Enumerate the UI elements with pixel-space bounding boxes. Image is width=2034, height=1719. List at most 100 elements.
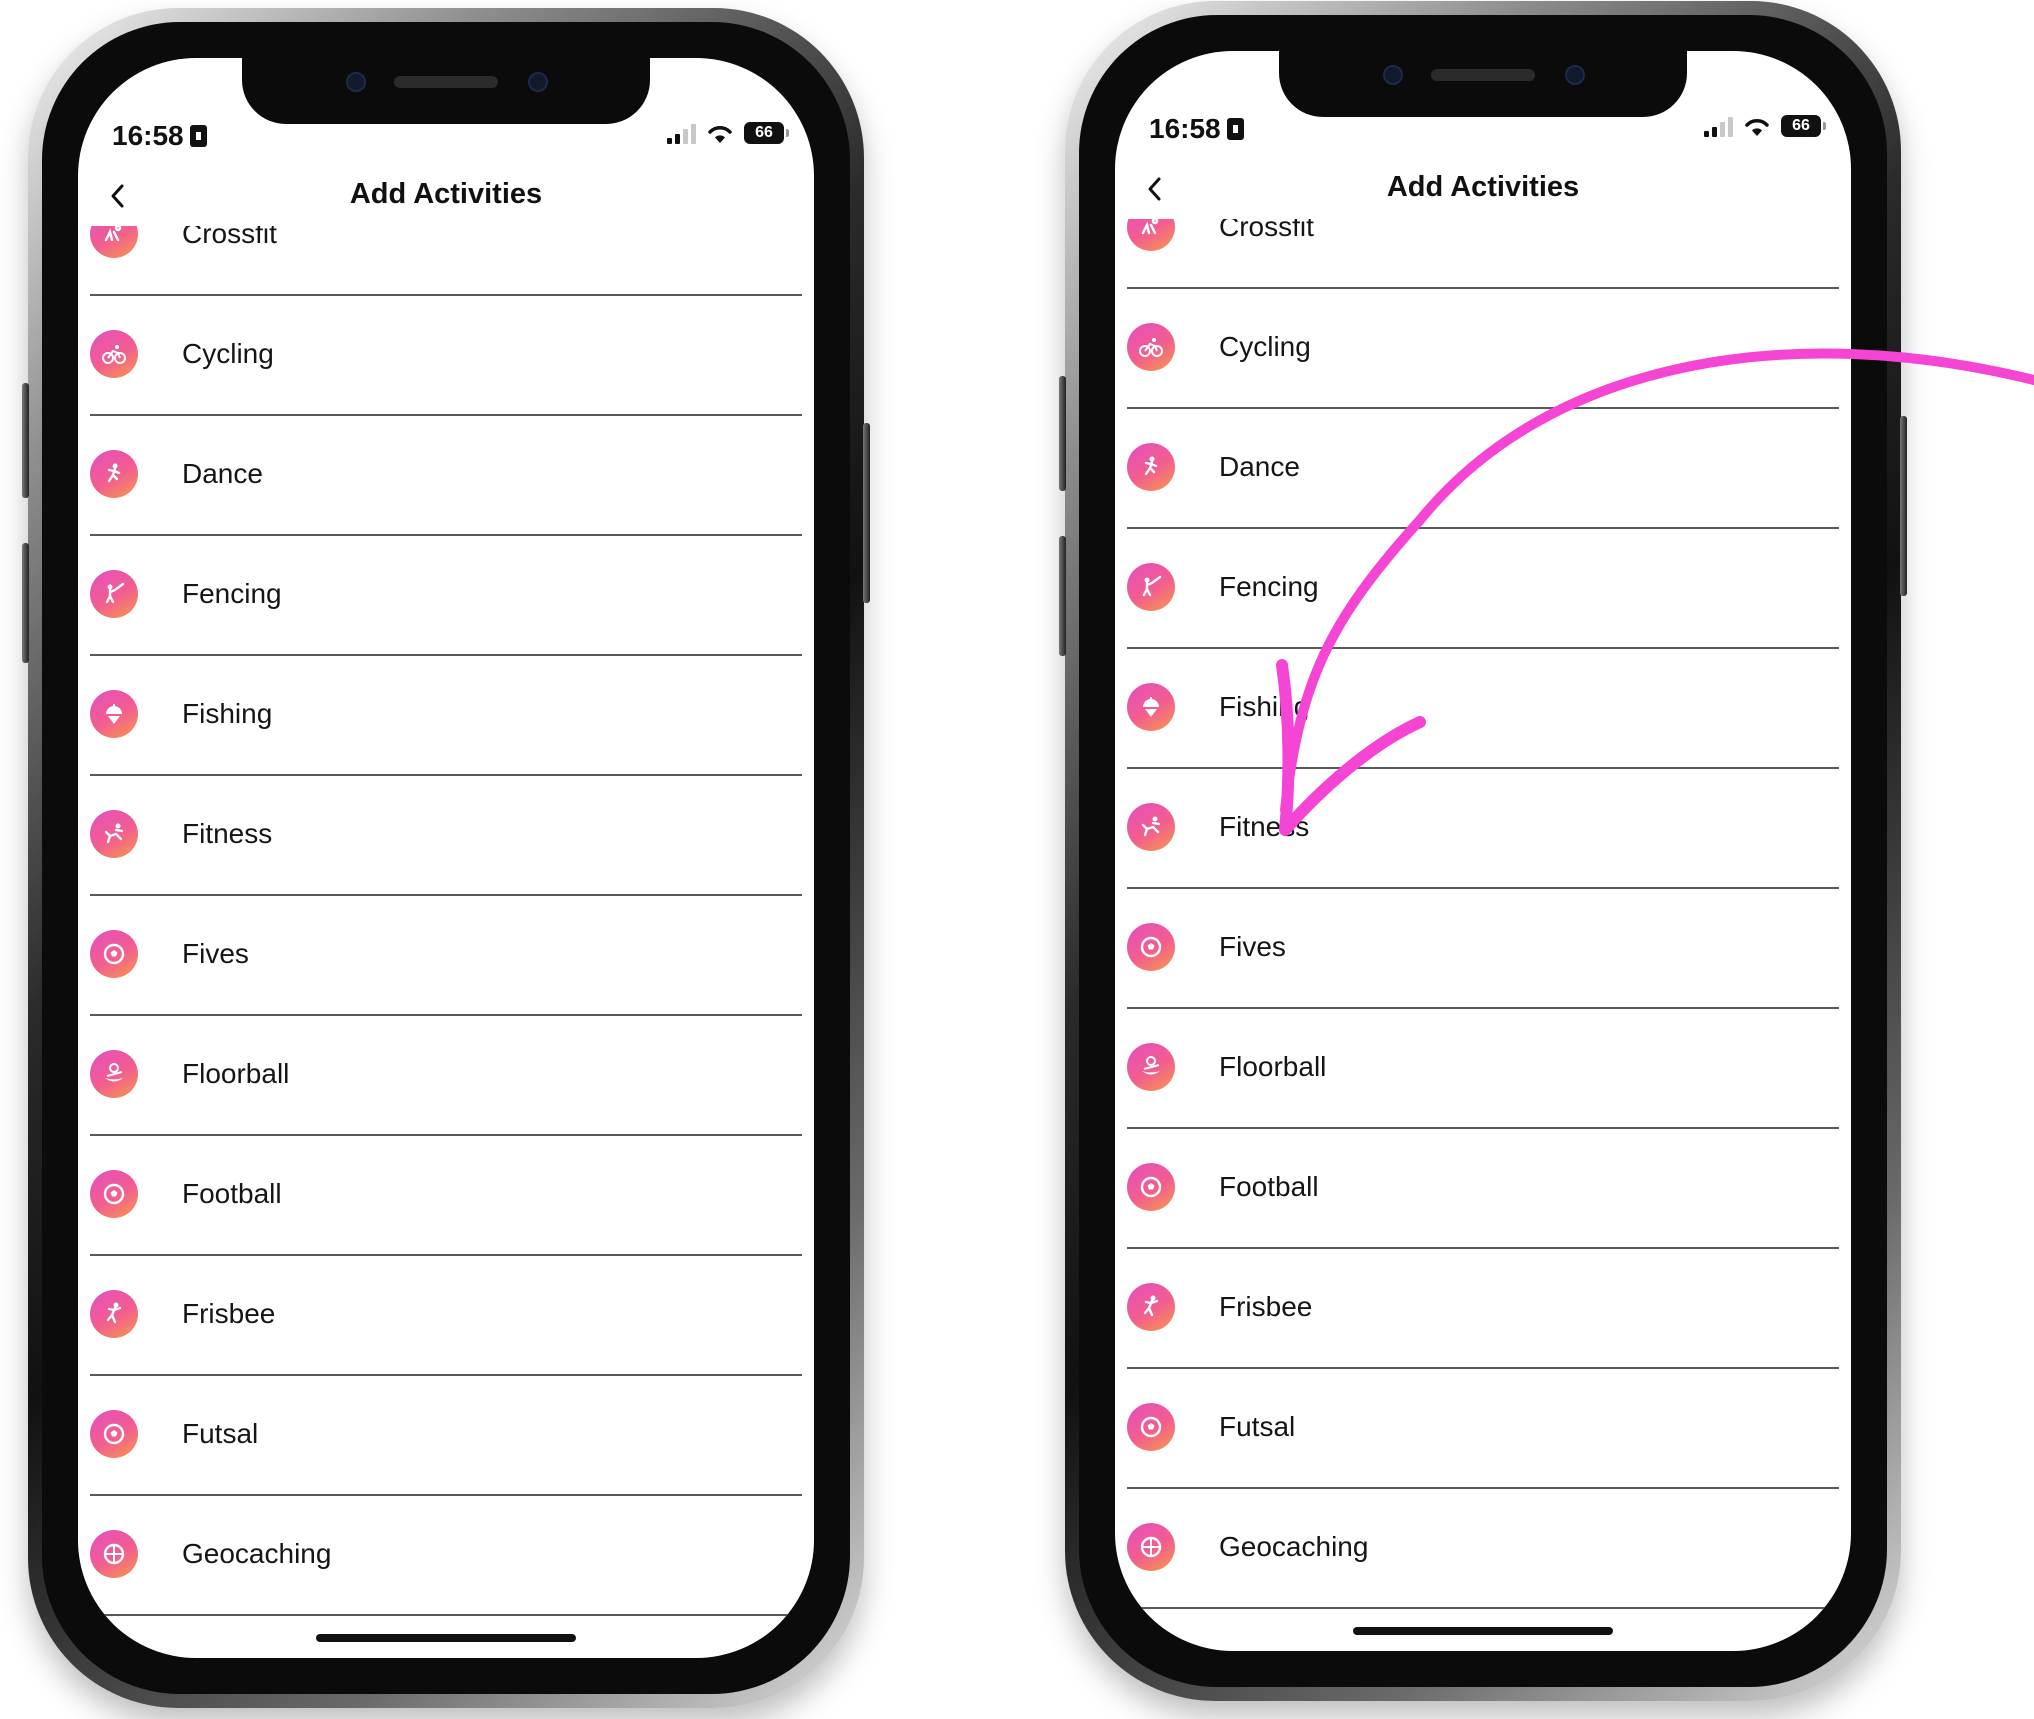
activity-item-football[interactable]: Football [90, 1134, 802, 1254]
side-button [1059, 376, 1066, 491]
activity-item-crossfit[interactable]: Crossfit [90, 226, 802, 294]
screen: 16:58 66 Add Activities Crossfit Cycling D… [78, 58, 814, 1658]
activity-label: Dance [182, 458, 263, 489]
bezel: 16:58 66 Add Activities Crossfit Cycling D… [42, 22, 850, 1694]
activity-item-fitness[interactable]: Fitness [1127, 767, 1839, 887]
camera-icon [346, 72, 366, 92]
activity-label: Cycling [1219, 331, 1311, 362]
fencing-icon [90, 570, 138, 618]
battery-level: 66 [755, 124, 773, 141]
soccer-ball-icon [1127, 923, 1175, 971]
activity-list[interactable]: Crossfit Cycling Dance Fencing Fishing Fitnes… [78, 226, 814, 1658]
page-title: Add Activities [349, 178, 543, 210]
golf-icon [1127, 1643, 1175, 1651]
activity-item-frisbee[interactable]: Frisbee [1127, 1247, 1839, 1367]
status-bar-time: 16:58 [1149, 113, 1244, 145]
activity-label: Dance [1219, 451, 1300, 482]
phone-mockup-left: 16:58 66 Add Activities Crossfit Cycling D… [22, 8, 870, 1708]
status-bar-time: 16:58 [112, 120, 207, 152]
sensor-icon [528, 72, 548, 92]
soccer-ball-icon [1127, 1163, 1175, 1211]
power-button [863, 423, 870, 603]
soccer-ball-icon [1127, 1403, 1175, 1451]
battery-icon: 66 [744, 122, 789, 144]
floorball-icon [90, 1050, 138, 1098]
battery-icon: 66 [1781, 115, 1826, 137]
activity-item-dance[interactable]: Dance [90, 414, 802, 534]
activity-label: Football [182, 1178, 282, 1209]
activity-item-crossfit[interactable]: Crossfit [1127, 219, 1839, 287]
activity-item-fives[interactable]: Fives [90, 894, 802, 1014]
frisbee-icon [1127, 1283, 1175, 1331]
activity-label: Fishing [182, 698, 273, 729]
time-text: 16:58 [1149, 113, 1221, 144]
cycling-icon [1127, 323, 1175, 371]
fitness-icon [1127, 803, 1175, 851]
sim-card-icon [189, 125, 207, 147]
activity-label: Fencing [1219, 571, 1319, 602]
activity-item-fencing[interactable]: Fencing [90, 534, 802, 654]
activity-item-geocaching[interactable]: Geocaching [90, 1494, 802, 1614]
activity-item-cycling[interactable]: Cycling [90, 294, 802, 414]
power-button [1900, 416, 1907, 596]
fencing-icon [1127, 563, 1175, 611]
side-button [22, 383, 29, 498]
activity-label: Crossfit [1219, 219, 1314, 242]
battery-level: 66 [1792, 117, 1810, 134]
geocaching-icon [90, 1530, 138, 1578]
phone-mockup-right: 16:58 66 Add Activities Crossfit Cycling D… [1059, 1, 1907, 1701]
activity-label: Crossfit [182, 226, 277, 249]
fishing-icon [1127, 683, 1175, 731]
page-title: Add Activities [1386, 171, 1580, 203]
speaker [1431, 69, 1535, 81]
activity-item-futsal[interactable]: Futsal [90, 1374, 802, 1494]
activity-list[interactable]: Crossfit Cycling Dance Fencing Fishing Fitnes… [1115, 219, 1851, 1651]
activity-label: Fives [1219, 931, 1286, 962]
activity-label: Fives [182, 938, 249, 969]
floorball-icon [1127, 1043, 1175, 1091]
activity-item-floorball[interactable]: Floorball [1127, 1007, 1839, 1127]
notch [1279, 51, 1687, 117]
activity-label: Football [1219, 1171, 1319, 1202]
notch [242, 58, 650, 124]
activity-item-cycling[interactable]: Cycling [1127, 287, 1839, 407]
activity-item-fives[interactable]: Fives [1127, 887, 1839, 1007]
bezel: 16:58 66 Add Activities Crossfit Cycling D… [1079, 15, 1887, 1687]
activity-label: Fishing [1219, 691, 1310, 722]
cellular-signal-icon [1704, 117, 1733, 137]
activity-item-frisbee[interactable]: Frisbee [90, 1254, 802, 1374]
activity-item-fitness[interactable]: Fitness [90, 774, 802, 894]
screen: 16:58 66 Add Activities Crossfit Cycling D… [1115, 51, 1851, 1651]
activity-item-futsal[interactable]: Futsal [1127, 1367, 1839, 1487]
activity-item-floorball[interactable]: Floorball [90, 1014, 802, 1134]
fishing-icon [90, 690, 138, 738]
soccer-ball-icon [90, 1170, 138, 1218]
side-button [22, 543, 29, 663]
activity-label: Floorball [182, 1058, 290, 1089]
home-indicator[interactable] [1353, 1627, 1613, 1635]
soccer-ball-icon [90, 930, 138, 978]
activity-label: Frisbee [1219, 1291, 1313, 1322]
activity-label: Frisbee [182, 1298, 276, 1329]
activity-label: Fencing [182, 578, 282, 609]
soccer-ball-icon [90, 1410, 138, 1458]
wifi-icon [1745, 119, 1769, 136]
speaker [394, 76, 498, 88]
frisbee-icon [90, 1290, 138, 1338]
activity-label: Floorball [1219, 1051, 1327, 1082]
status-bar-icons: 66 [667, 122, 789, 144]
time-text: 16:58 [112, 120, 184, 151]
activity-label: Futsal [1219, 1411, 1296, 1442]
status-bar-icons: 66 [1704, 115, 1826, 137]
activity-item-football[interactable]: Football [1127, 1127, 1839, 1247]
activity-item-geocaching[interactable]: Geocaching [1127, 1487, 1839, 1607]
home-indicator[interactable] [316, 1634, 576, 1642]
activity-item-fishing[interactable]: Fishing [1127, 647, 1839, 767]
dance-icon [90, 450, 138, 498]
activity-item-fencing[interactable]: Fencing [1127, 527, 1839, 647]
activity-label: Cycling [182, 338, 274, 369]
activity-item-fishing[interactable]: Fishing [90, 654, 802, 774]
activity-item-dance[interactable]: Dance [1127, 407, 1839, 527]
activity-label: Geocaching [1219, 1531, 1369, 1562]
side-button [1059, 536, 1066, 656]
